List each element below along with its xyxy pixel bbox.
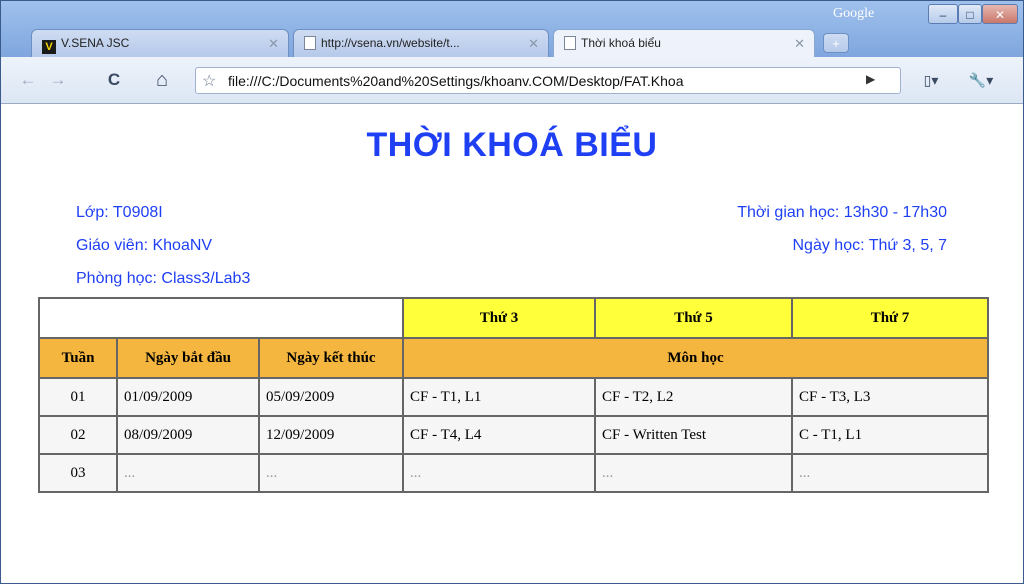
toolbar: ← → C ⌂ ☆ file:///C:/Documents%20and%20S… [1,57,1023,104]
page-icon [304,36,316,50]
close-tab-icon[interactable]: ✕ [528,36,539,52]
page-content: THỜI KHOÁ BIỂU Lớp: T0908I Giáo viên: Kh… [1,104,1023,583]
end-date-cell: 12/09/2009 [257,415,405,455]
table-row: 03 ... ... ... ... ... [38,453,990,493]
go-icon[interactable]: ▶ [866,72,875,86]
page-title: THỜI KHOÁ BIỂU [366,126,658,164]
header-week: Tuần [38,337,118,379]
header-thu-3: Thứ 3 [402,297,597,339]
page-menu-button[interactable]: ▯▾ [913,67,949,93]
schedule-table: Thứ 3 Thứ 5 Thứ 7 Tuần Ngày bắt đầu Ngày… [37,297,990,493]
table-row: 02 08/09/2009 12/09/2009 CF - T4, L4 CF … [38,415,990,455]
day-header-row: Thứ 3 Thứ 5 Thứ 7 [37,297,990,339]
column-header-row: Tuần Ngày bắt đầu Ngày kết thúc Môn học [38,337,990,379]
subject-thu-3-cell: CF - T1, L1 [402,377,597,417]
header-subject: Môn học [402,337,990,379]
minimize-button[interactable]: – [928,4,958,24]
week-cell: 02 [38,415,118,455]
tab-vsena[interactable]: V V.SENA JSC ✕ [31,29,289,57]
address-bar[interactable]: ☆ file:///C:/Documents%20and%20Settings/… [195,67,901,94]
close-window-button[interactable]: ✕ [982,4,1018,24]
tab-label: Thời khoá biểu [581,36,661,50]
tab-thoi-khoa-bieu[interactable]: Thời khoá biểu ✕ [553,29,815,58]
close-tab-icon[interactable]: ✕ [268,36,279,52]
subject-thu-3-cell: ... [402,453,597,493]
start-date-cell: 08/09/2009 [116,415,260,455]
tab-label: V.SENA JSC [61,36,130,50]
bookmark-star-icon[interactable]: ☆ [202,71,216,91]
subject-thu-5-cell: CF - Written Test [594,415,794,455]
week-cell: 01 [38,377,118,417]
back-button[interactable]: ← [15,67,41,93]
tab-vsena-website[interactable]: http://vsena.vn/website/t... ✕ [293,29,549,57]
title-bar: Google – □ ✕ V V.SENA JSC ✕ http://vsena.… [1,1,1023,58]
subject-thu-7-cell: C - T1, L1 [791,415,990,455]
start-date-cell: ... [116,453,260,493]
empty-header-cell [37,297,405,339]
class-info: Lớp: T0908I [76,204,163,221]
start-date-cell: 01/09/2009 [116,377,260,417]
room-info: Phòng học: Class3/Lab3 [76,270,251,287]
maximize-button[interactable]: □ [958,4,982,24]
vsena-favicon-icon: V [42,40,56,54]
tools-menu-button[interactable]: 🔧▾ [961,67,1001,93]
header-thu-7: Thứ 7 [791,297,990,339]
home-button[interactable]: ⌂ [149,67,175,93]
tab-label: http://vsena.vn/website/t... [321,36,460,50]
end-date-cell: ... [257,453,405,493]
forward-button[interactable]: → [45,67,71,93]
subject-thu-7-cell: CF - T3, L3 [791,377,990,417]
subject-thu-7-cell: ... [791,453,990,493]
url-text[interactable]: file:///C:/Documents%20and%20Settings/kh… [228,73,826,89]
google-brand-label: Google [833,6,875,21]
header-start-date: Ngày bắt đầu [116,337,260,379]
subject-thu-3-cell: CF - T4, L4 [402,415,597,455]
subject-thu-5-cell: CF - T2, L2 [594,377,794,417]
table-row: 01 01/09/2009 05/09/2009 CF - T1, L1 CF … [38,377,990,417]
close-tab-icon[interactable]: ✕ [794,36,805,52]
page-icon [564,36,576,50]
subject-thu-5-cell: ... [594,453,794,493]
reload-button[interactable]: C [101,67,127,93]
end-date-cell: 05/09/2009 [257,377,405,417]
days-info: Ngày học: Thứ 3, 5, 7 [792,237,948,254]
week-cell: 03 [38,453,118,493]
new-tab-button[interactable]: + [823,33,849,53]
header-thu-5: Thứ 5 [594,297,794,339]
time-info: Thời gian học: 13h30 - 17h30 [737,204,947,221]
header-end-date: Ngày kết thúc [257,337,405,379]
browser-window: Google – □ ✕ V V.SENA JSC ✕ http://vsena.… [0,0,1024,584]
teacher-info: Giáo viên: KhoaNV [76,237,213,254]
